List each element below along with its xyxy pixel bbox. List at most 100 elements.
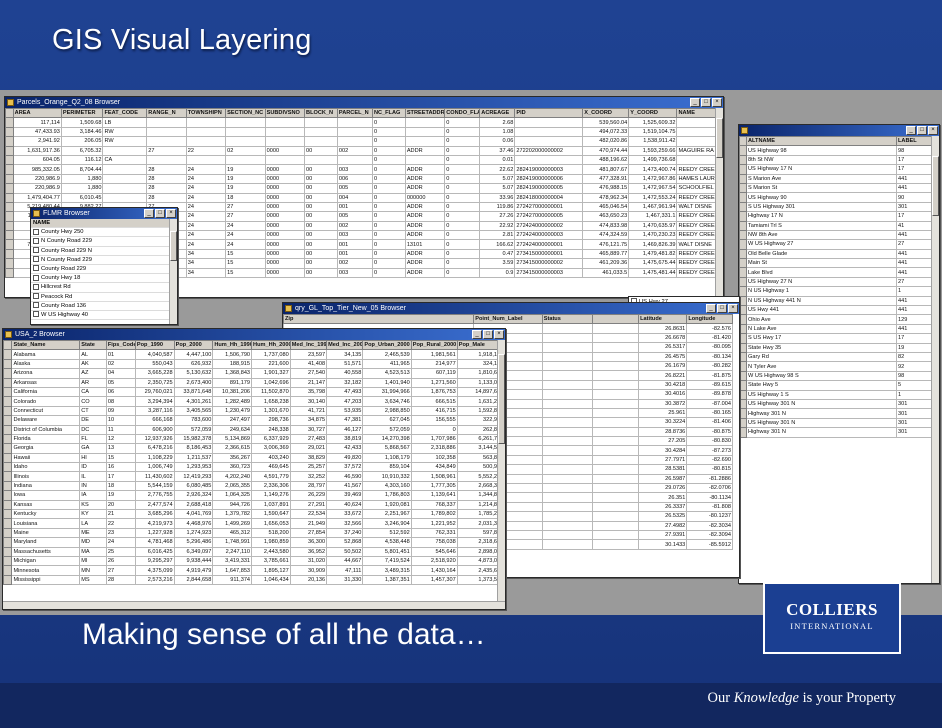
- minimize-button[interactable]: _: [906, 126, 916, 135]
- table-row[interactable]: S US Highway 301 301: [739, 201, 933, 213]
- list-item[interactable]: Peacock Rd: [31, 292, 177, 302]
- column-header[interactable]: State: [79, 339, 107, 351]
- table-row[interactable]: Maryland MD 24 4,781,468 5,296,486 1,748,991 1…: [3, 537, 500, 548]
- column-header[interactable]: Fips_Code: [105, 339, 136, 351]
- column-header[interactable]: Med_Inc_2000: [326, 339, 364, 351]
- table-row[interactable]: S Marion Ave 441: [739, 173, 933, 184]
- flmr-name-header[interactable]: NAME: [31, 219, 177, 229]
- table-row[interactable]: 8th St NW 17: [739, 154, 933, 166]
- table-row[interactable]: 985,332.05 8,704.44 28 24 19 0000 00 003 0 ADDR 0 2…: [5, 164, 717, 175]
- table-row[interactable]: Highway 301 N 301: [739, 408, 933, 419]
- table-row[interactable]: 220,986.9 1,880 28 24 19 0000 00 005 0 ADDR 0 5.07 2…: [5, 183, 717, 194]
- table-row[interactable]: District of Columbia DC 11 606,900 572,059 24…: [3, 424, 500, 435]
- flmr-browser-window[interactable]: FLMR Browser _ □ × NAME County Hwy 250 N …: [30, 207, 178, 325]
- table-row[interactable]: 1,479,404.77 6,010.45 28 24 18 0000 00 004 0 0000…: [5, 192, 717, 203]
- column-header[interactable]: Point_Num_Label: [473, 313, 543, 325]
- column-header[interactable]: Hum_Hh_2000: [251, 339, 291, 351]
- column-header[interactable]: Longitude: [686, 313, 733, 325]
- parcels-browser-titlebar[interactable]: Parcels_Orange_Q2_08 Browser _ □ ×: [5, 97, 723, 108]
- flmr-browser-titlebar[interactable]: FLMR Browser _ □ ×: [31, 208, 177, 219]
- table-row[interactable]: Colorado CO 08 3,294,394 4,301,261 1,282,489 1…: [3, 396, 500, 407]
- maximize-button[interactable]: □: [717, 304, 727, 313]
- minimize-button[interactable]: _: [706, 304, 716, 313]
- column-header[interactable]: Latitude: [638, 313, 688, 325]
- vertical-scrollbar[interactable]: [169, 219, 177, 324]
- maximize-button[interactable]: □: [155, 209, 165, 218]
- table-row[interactable]: Indiana IN 18 5,544,159 6,080,485 2,065,355 2,…: [3, 480, 500, 492]
- column-header[interactable]: Y_COORD: [628, 107, 678, 119]
- table-row[interactable]: N US Highway 11: [739, 286, 933, 297]
- close-button[interactable]: ×: [712, 98, 722, 107]
- table-row[interactable]: US Highway 90 90: [739, 192, 933, 203]
- close-button[interactable]: ×: [928, 126, 938, 135]
- column-header[interactable]: Status: [541, 313, 594, 325]
- close-button[interactable]: ×: [166, 209, 176, 218]
- column-header[interactable]: LABEL: [896, 135, 933, 147]
- altname-browser-titlebar[interactable]: _ □ ×: [739, 125, 939, 136]
- minimize-button[interactable]: _: [690, 98, 700, 107]
- column-header[interactable]: Pop_Rural_2000: [410, 339, 458, 351]
- column-header[interactable]: AREA: [12, 107, 62, 119]
- checkbox[interactable]: [33, 265, 39, 272]
- column-header[interactable]: ACREAGE: [479, 107, 516, 119]
- column-header[interactable]: X_COORD: [582, 107, 630, 119]
- table-row[interactable]: N Lake Ave 441: [739, 323, 933, 335]
- table-row[interactable]: Ohio Ave 129: [739, 314, 933, 325]
- vertical-scrollbar[interactable]: [715, 108, 723, 297]
- list-item[interactable]: Hillcrest Rd: [31, 283, 177, 293]
- vertical-scrollbar[interactable]: [497, 340, 505, 609]
- table-row[interactable]: US Highway 98 98: [739, 145, 933, 156]
- table-row[interactable]: S Marion St 441: [739, 182, 933, 194]
- column-header[interactable]: RANGE_N: [146, 107, 187, 119]
- minimize-button[interactable]: _: [144, 209, 154, 218]
- list-item[interactable]: County Hwy 250: [31, 228, 177, 238]
- table-row[interactable]: Lake Blvd 441: [739, 267, 933, 278]
- column-header[interactable]: Zip: [283, 313, 475, 325]
- checkbox[interactable]: [33, 247, 39, 254]
- maximize-button[interactable]: □: [701, 98, 711, 107]
- close-button[interactable]: ×: [728, 304, 738, 313]
- column-header[interactable]: Pop_1990: [134, 339, 175, 351]
- list-item[interactable]: County Road 136: [31, 302, 177, 311]
- table-row[interactable]: Arkansas AR 05 2,350,725 2,673,400 891,179 1,0…: [3, 377, 500, 388]
- table-row[interactable]: Highway 17 N 17: [739, 211, 933, 222]
- table-row[interactable]: Florida FL 12 12,937,926 15,982,378 5,134,869…: [3, 433, 500, 445]
- checkbox[interactable]: [33, 237, 39, 244]
- column-header[interactable]: STREETADDR: [404, 107, 446, 119]
- checkbox[interactable]: [33, 311, 39, 318]
- column-header[interactable]: Hum_Hh_1990: [212, 339, 253, 351]
- table-row[interactable]: W US Highway 27 27: [739, 239, 933, 250]
- table-row[interactable]: 2,941.92 206.05 RW 0 0 0.06 482,020.86 1,538,91…: [5, 136, 717, 147]
- table-row[interactable]: Iowa IA 19 2,776,755 2,926,324 1,064,325 1,149…: [3, 490, 500, 501]
- checkbox[interactable]: [33, 274, 39, 281]
- checkbox[interactable]: [33, 283, 39, 290]
- table-row[interactable]: Alaska AK 02 550,043 626,932 188,915 221,600 41…: [3, 358, 500, 370]
- table-row[interactable]: Arizona AZ 04 3,665,228 5,130,632 1,368,843 1,…: [3, 368, 500, 379]
- column-header[interactable]: ALTNAME: [746, 135, 897, 147]
- table-row[interactable]: US Highway 301 N 301: [739, 417, 933, 429]
- table-row[interactable]: US Hwy 441 441: [739, 305, 933, 316]
- column-header[interactable]: PERIMETER: [60, 107, 104, 119]
- maximize-button[interactable]: □: [917, 126, 927, 135]
- maximize-button[interactable]: □: [483, 330, 493, 339]
- table-row[interactable]: Main St 441: [739, 258, 933, 269]
- column-header[interactable]: NAME: [676, 107, 717, 119]
- column-header[interactable]: CONDO_FLA: [444, 107, 481, 119]
- horizontal-scrollbar[interactable]: [3, 601, 505, 609]
- list-item[interactable]: W US Highway 40: [31, 311, 177, 321]
- column-header[interactable]: [592, 313, 640, 325]
- column-header[interactable]: PARCEL_N: [336, 107, 373, 119]
- list-item[interactable]: County Hwy 18: [31, 274, 177, 284]
- table-row[interactable]: Minnesota MN 27 4,375,099 4,919,479 1,647,853…: [3, 565, 500, 576]
- column-header[interactable]: Pop_Urban_2000: [362, 339, 412, 351]
- checkbox[interactable]: [33, 302, 39, 309]
- table-row[interactable]: Idaho ID 16 1,006,749 1,293,953 360,723 469,64…: [3, 462, 500, 473]
- list-item[interactable]: N County Road 229: [31, 256, 177, 265]
- table-row[interactable]: Delaware DE 10 666,168 783,600 247,497 298,736…: [3, 415, 500, 426]
- table-row[interactable]: N Tyler Ave 92: [739, 361, 933, 372]
- column-header[interactable]: SECTION_NC: [225, 107, 266, 119]
- minimize-button[interactable]: _: [472, 330, 482, 339]
- checkbox[interactable]: [33, 228, 39, 235]
- usa-browser-window[interactable]: USA_2 Browser _ □ × State_Name State Fips_…: [2, 328, 506, 610]
- table-row[interactable]: Massachusetts MA 25 6,016,425 6,349,097 2,247…: [3, 546, 500, 558]
